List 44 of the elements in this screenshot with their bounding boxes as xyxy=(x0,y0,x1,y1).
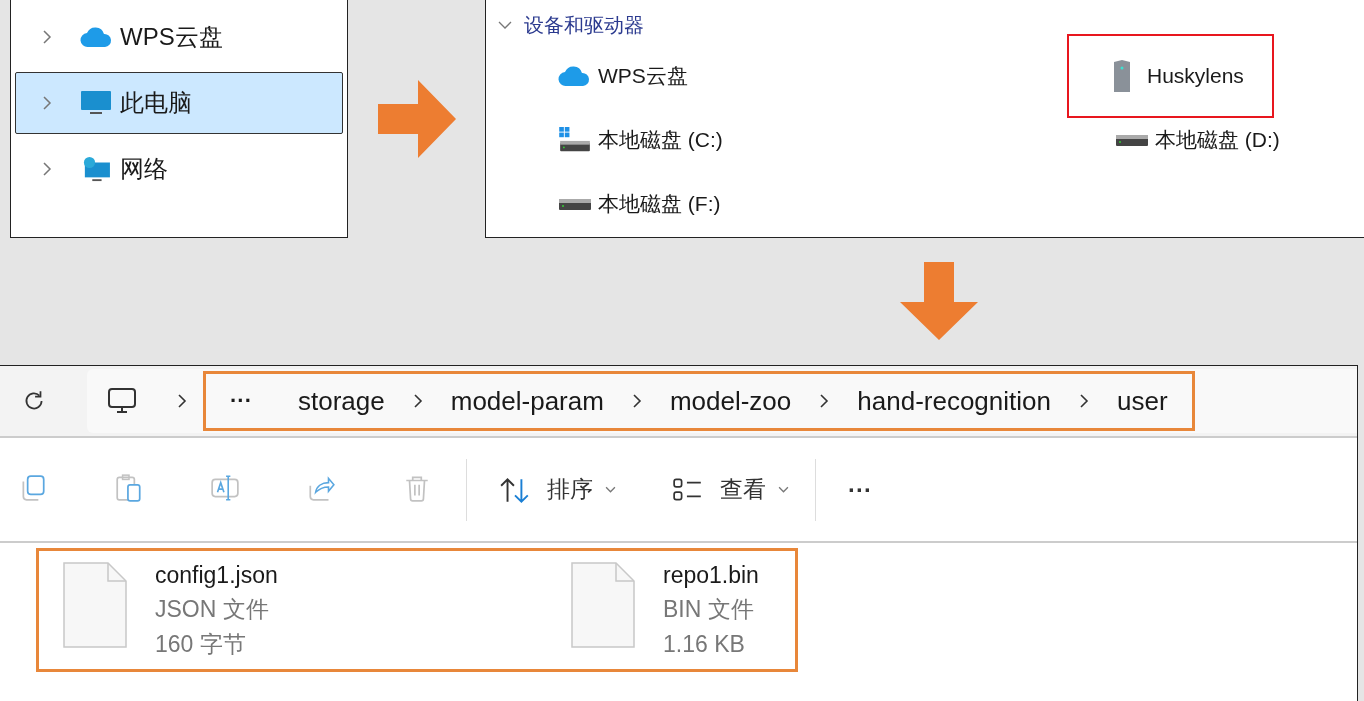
file-icon xyxy=(571,562,635,648)
computer-icon xyxy=(107,387,137,415)
chevron-icon xyxy=(42,161,52,177)
chevron-icon xyxy=(1079,393,1089,409)
more-button[interactable]: ··· xyxy=(848,472,872,507)
file-item[interactable]: repo1.bin BIN 文件 1.16 KB xyxy=(571,558,759,662)
file-icon xyxy=(63,562,127,648)
arrow-icon xyxy=(900,262,978,340)
chevron-icon xyxy=(498,20,512,30)
sort-button[interactable]: 排序 xyxy=(499,472,616,507)
overflow-button[interactable]: ··· xyxy=(230,388,252,414)
tree-item[interactable]: 网络 xyxy=(15,138,343,200)
drive-item[interactable]: 本地磁盘 (C:) xyxy=(556,118,725,162)
chevron-icon xyxy=(177,393,187,409)
breadcrumb-item[interactable]: model-param xyxy=(450,385,604,417)
breadcrumb-item[interactable]: storage xyxy=(298,385,385,417)
arrow-icon xyxy=(378,80,456,158)
view-button[interactable]: 查看 xyxy=(672,472,789,507)
drive-icon xyxy=(558,197,592,211)
caret-icon xyxy=(778,486,789,493)
device-icon xyxy=(1111,59,1133,93)
drive-item[interactable]: 本地磁盘 (D:) xyxy=(1113,118,1282,162)
chevron-icon xyxy=(42,29,52,45)
drive-item[interactable]: WPS云盘 xyxy=(556,54,690,98)
chevron-icon xyxy=(819,393,830,409)
tree-item[interactable]: WPS云盘 xyxy=(15,6,343,68)
file-item[interactable]: config1.json JSON 文件 160 字节 xyxy=(63,558,571,662)
sort-icon xyxy=(499,475,531,504)
drive-item[interactable]: Huskylens xyxy=(1067,34,1274,118)
caret-icon xyxy=(605,486,616,493)
address-bar[interactable]: ··· storage model-param model-zoo hand-recognition user xyxy=(87,369,1357,433)
breadcrumb-item[interactable]: model-zoo xyxy=(669,385,792,417)
cloud-icon xyxy=(558,63,592,89)
drive-icon xyxy=(1115,133,1149,147)
breadcrumb-item[interactable]: hand-recognition xyxy=(857,385,1051,417)
tree-item[interactable]: 此电脑 xyxy=(15,72,343,134)
cloud-icon xyxy=(80,24,112,50)
chevron-icon xyxy=(42,95,52,111)
chevron-icon xyxy=(631,393,642,409)
drive-item[interactable]: 本地磁盘 (F:) xyxy=(556,182,723,226)
drive-icon xyxy=(558,127,592,153)
chevron-icon xyxy=(412,393,423,409)
monitor-icon xyxy=(80,90,112,116)
breadcrumb-item[interactable]: user xyxy=(1117,385,1168,417)
